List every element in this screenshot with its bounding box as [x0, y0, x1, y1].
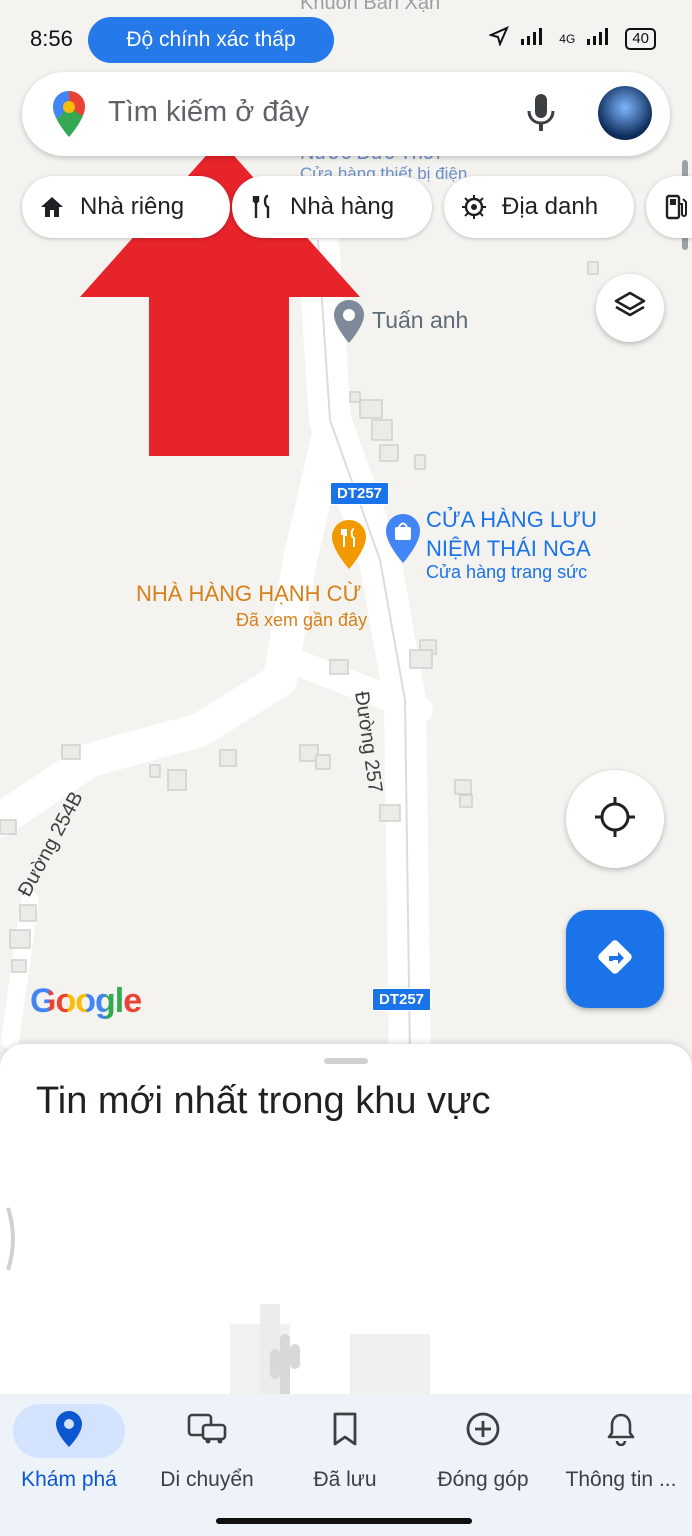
crosshair-icon [593, 795, 637, 844]
google-logo: Google [30, 982, 142, 1021]
directions-icon [593, 935, 637, 984]
nav-label: Thông tin ... [565, 1468, 677, 1491]
landmark-icon [460, 193, 488, 221]
bookmark-icon [332, 1412, 358, 1451]
explore-pin-icon [55, 1410, 83, 1453]
city-illustration-icon [230, 1304, 450, 1404]
gesture-home-bar[interactable] [216, 1518, 472, 1524]
shop-category: Cửa hàng trang sức [426, 562, 588, 582]
road-badge: DT257 [330, 482, 390, 505]
signal-icon [585, 27, 615, 50]
signal-icon [519, 27, 549, 50]
nav-label: Di chuyển [160, 1468, 254, 1491]
battery-icon: 40 [625, 27, 656, 50]
home-icon [38, 193, 66, 221]
map-canvas[interactable]: Khuôn Bản Xạn Nước Đức Thới Cửa hàng thi… [0, 0, 692, 1060]
nav-updates[interactable]: Thông tin ... [552, 1394, 690, 1504]
search-input[interactable]: Tìm kiếm ở đây [108, 96, 309, 129]
bottom-sheet[interactable]: Tin mới nhất trong khu vực [0, 1044, 692, 1404]
nav-saved[interactable]: Đã lưu [276, 1394, 414, 1504]
edge-bracket [6, 1207, 15, 1271]
nav-label: Đóng góp [437, 1468, 529, 1491]
nav-contribute[interactable]: Đóng góp [414, 1394, 552, 1504]
my-location-button[interactable] [566, 770, 664, 868]
restaurant-note: Đã xem gần đây [236, 610, 368, 630]
sheet-drag-handle[interactable] [324, 1058, 368, 1064]
shop-name-line: NIỆM THÁI NGA [426, 536, 591, 561]
bell-icon [606, 1412, 636, 1451]
chip-gas-station[interactable] [646, 176, 692, 238]
location-accuracy-pill[interactable]: Độ chính xác thấp [88, 17, 334, 63]
restaurant-icon [248, 193, 276, 221]
gas-station-icon [662, 193, 690, 221]
microphone-icon[interactable] [524, 92, 558, 139]
directions-button[interactable] [566, 910, 664, 1008]
google-maps-pin-icon [52, 90, 86, 143]
bottom-navigation: Khám phá Di chuyển Đã lưu Đóng góp Thông… [0, 1394, 692, 1536]
layers-icon [613, 289, 647, 328]
chip-restaurant[interactable]: Nhà hàng [232, 176, 432, 238]
nav-commute[interactable]: Di chuyển [138, 1394, 276, 1504]
nav-label: Đã lưu [313, 1468, 377, 1491]
chip-home[interactable]: Nhà riêng [22, 176, 230, 238]
chip-label: Nhà riêng [80, 193, 185, 220]
search-bar[interactable]: Tìm kiếm ở đây [22, 72, 670, 156]
nav-explore[interactable]: Khám phá [0, 1394, 138, 1504]
commute-icon [187, 1413, 227, 1450]
google-logo-text: Google [30, 982, 142, 1020]
shop-name[interactable]: CỬA HÀNG LƯU NIỆM THÁI NGA [426, 505, 597, 563]
place-label-tuan-anh[interactable]: Tuấn anh [372, 307, 468, 334]
chip-label: Địa danh [502, 193, 599, 220]
chip-label: Nhà hàng [290, 193, 395, 220]
restaurant-name[interactable]: NHÀ HÀNG HẠNH CỪ [136, 581, 361, 607]
location-arrow-icon [488, 26, 510, 51]
nav-label: Khám phá [21, 1468, 117, 1491]
layers-button[interactable] [596, 274, 664, 342]
avatar[interactable] [598, 86, 652, 140]
network-type: 4G [559, 31, 576, 46]
status-icons: 4G 40 [488, 26, 656, 51]
status-bar: 8:56 Độ chính xác thấp 4G 40 [0, 0, 692, 70]
category-chips: Nhà riêng Nhà hàng Địa danh [22, 176, 692, 240]
status-time: 8:56 [30, 26, 73, 51]
chip-landmark[interactable]: Địa danh [444, 176, 634, 238]
road-badge: DT257 [372, 988, 432, 1011]
shop-name-line: CỬA HÀNG LƯU [426, 507, 597, 532]
sheet-title: Tin mới nhất trong khu vực [36, 1080, 491, 1122]
add-circle-icon [465, 1411, 501, 1452]
